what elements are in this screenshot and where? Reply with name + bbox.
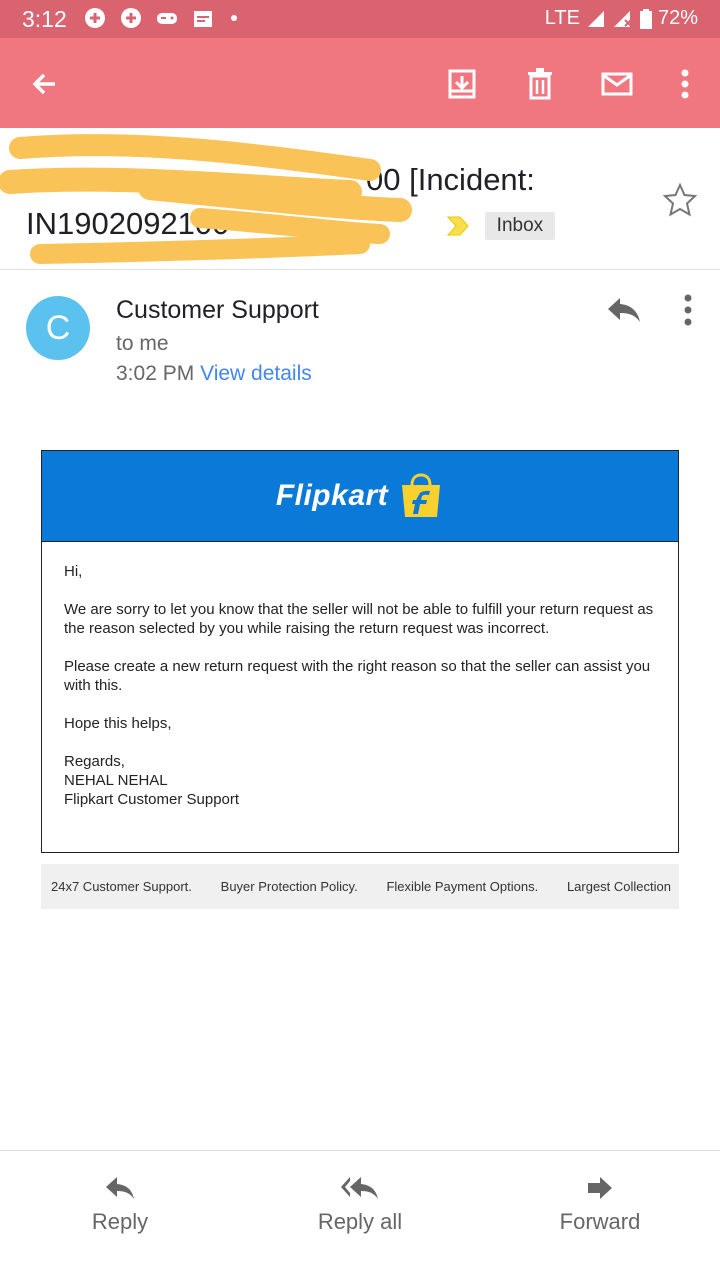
reply-all-button[interactable]: Reply all [280,1175,440,1235]
email-body: Hi, We are sorry to let you know that th… [42,542,678,829]
email-footer-strip: 24x7 Customer Support. Buyer Protection … [41,864,679,909]
status-time: 3:12 [22,6,67,32]
forward-button[interactable]: Forward [520,1175,680,1235]
notification-plus-icon [84,7,106,29]
agent-name: NEHAL NEHAL [64,772,168,789]
support-team: Flipkart Customer Support [64,791,240,808]
subject-line-1: 00 [Incident: [366,162,535,197]
message-more-icon[interactable] [678,292,698,328]
notification-plus-icon-2 [120,7,142,29]
email-paragraph-2: Please create a new return request with … [64,658,651,694]
received-time-line: 3:02 PM View details [116,362,312,386]
game-controller-icon [155,7,177,29]
mark-unread-icon[interactable] [596,63,638,105]
delete-icon[interactable] [519,63,561,105]
bottom-action-bar: Reply Reply all Forward [0,1150,720,1280]
email-greeting: Hi, [64,563,83,580]
more-notifications-dot-icon [231,15,237,21]
flipkart-header: Flipkart [42,451,678,542]
forward-icon [588,1177,612,1199]
flipkart-bag-icon [402,473,441,517]
signoff: Regards, [64,753,125,770]
view-details-link[interactable]: View details [200,362,312,385]
email-subject: 00 [Incident: IN1902092100 Inbox [26,158,606,246]
sender-name: Customer Support [116,296,319,324]
calendar-icon [192,7,214,29]
reply-icon [106,1177,134,1199]
status-bar: 3:12 LTE 72% [0,0,720,38]
reply-icon[interactable] [604,294,644,326]
network-type: LTE [544,7,580,29]
avatar[interactable]: C [26,296,90,360]
importance-marker-icon[interactable] [446,215,470,237]
recipient-line: to me [116,332,169,355]
footer-item: Flexible Payment Options. [386,879,539,894]
footer-item: 24x7 Customer Support. [51,879,192,894]
battery-level: 72% [657,7,698,29]
reply-all-label: Reply all [317,1209,403,1234]
inbox-label[interactable]: Inbox [484,211,556,240]
reply-button[interactable]: Reply [40,1175,200,1235]
flipkart-logo-text: Flipkart [275,479,389,512]
more-vert-icon[interactable] [664,63,706,105]
reply-label: Reply [91,1209,149,1234]
app-bar [0,38,720,128]
forward-label: Forward [559,1209,641,1234]
email-paragraph-3: Hope this helps, [64,715,172,732]
signal-icon [587,10,604,27]
email-signature: Regards, NEHAL NEHAL Flipkart Customer S… [64,752,656,809]
footer-item: Buyer Protection Policy. [220,879,358,894]
reply-all-icon [341,1177,378,1199]
signal-no-data-icon [613,10,632,27]
footer-item: Largest Collection [566,879,671,894]
subject-line-2: IN1902092100 [26,206,230,241]
email-content-card: Flipkart Hi, We are sorry to let you kno… [41,450,679,853]
archive-icon[interactable] [441,63,483,105]
received-time: 3:02 PM [116,362,195,385]
subject-area: 00 [Incident: IN1902092100 Inbox [0,128,720,270]
back-arrow-icon[interactable] [23,63,65,105]
star-icon[interactable] [662,182,698,218]
battery-icon [639,8,652,29]
email-paragraph-1: We are sorry to let you know that the se… [64,601,654,637]
